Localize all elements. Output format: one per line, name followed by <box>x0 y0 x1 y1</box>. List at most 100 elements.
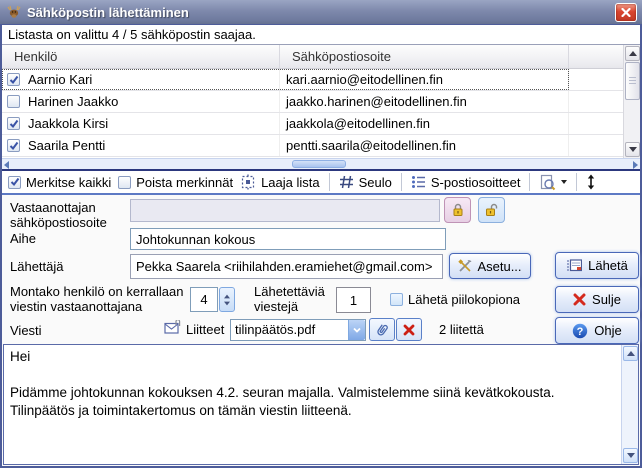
window-title: Sähköpostin lähettäminen <box>27 4 189 20</box>
lock-closed-button[interactable] <box>444 197 471 223</box>
title-bar: Sähköpostin lähettäminen <box>0 0 642 25</box>
row-checkbox[interactable] <box>7 73 20 86</box>
mail-attachment-icon <box>164 320 181 334</box>
resize-panel-button[interactable] <box>586 174 596 190</box>
table-row[interactable]: Jaakkola Kirsi jaakkola@eitodellinen.fin <box>2 113 640 135</box>
column-header-email[interactable]: Sähköpostiosoite <box>280 45 569 68</box>
email-send-dialog: Sähköpostin lähettäminen Listasta on val… <box>0 0 642 468</box>
add-attachment-button[interactable] <box>369 318 395 341</box>
status-bar: Listasta on valittu 4 / 5 sähköpostin sa… <box>2 25 640 45</box>
chevron-down-icon[interactable] <box>561 180 568 184</box>
up-down-arrows-icon <box>588 174 595 190</box>
lock-open-button[interactable] <box>478 197 505 223</box>
sender-field[interactable]: Pekka Saarela <riihilahden.eramiehet@gma… <box>130 254 443 279</box>
person-email: pentti.saarila@eitodellinen.fin <box>280 135 569 156</box>
dropdown-button[interactable] <box>348 320 365 340</box>
scroll-left-icon[interactable] <box>4 161 9 169</box>
close-icon <box>621 8 631 17</box>
scroll-up-button[interactable] <box>623 346 638 361</box>
form-area: Vastaanottajan sähköpostiosoite Aihe Läh… <box>2 195 640 344</box>
attachments-dropdown[interactable]: tilinpäätös.pdf <box>230 319 366 341</box>
mark-all-checkbox[interactable]: Merkitse kaikki <box>8 175 111 190</box>
step-down-icon[interactable] <box>224 301 230 305</box>
recipients-table: Henkilö Sähköpostiosoite Aarnio Kari kar… <box>2 45 640 158</box>
help-label: Ohje <box>594 323 622 338</box>
row-checkbox[interactable] <box>7 139 20 152</box>
person-name: Saarila Pentti <box>28 138 106 153</box>
bcc-checkbox[interactable]: Lähetä piilokopiona <box>390 292 520 307</box>
toolbar-separator <box>328 173 330 191</box>
message-box: Hei Pidämme johtokunnan kokouksen 4.2. s… <box>3 344 639 465</box>
toolbar-separator <box>400 173 402 191</box>
toolbar: Merkitse kaikki Poista merkinnät Laaja l… <box>2 171 640 193</box>
close-button[interactable]: Sulje <box>555 286 639 313</box>
column-header-person[interactable]: Henkilö <box>2 45 280 68</box>
delete-x-icon <box>403 324 415 335</box>
batch-size-stepper[interactable]: 4 <box>190 287 235 312</box>
scroll-down-button[interactable] <box>625 142 640 157</box>
table-vertical-scrollbar[interactable] <box>623 45 640 158</box>
toolbar-separator <box>576 173 578 191</box>
row-checkbox[interactable] <box>7 95 20 108</box>
scroll-down-button[interactable] <box>623 448 638 463</box>
help-button[interactable]: ? Ohje <box>555 317 639 344</box>
scroll-right-icon[interactable] <box>633 161 638 169</box>
subject-label: Aihe <box>10 231 37 246</box>
send-button[interactable]: Lähetä <box>555 252 639 279</box>
filter-button[interactable]: Seulo <box>339 175 392 190</box>
close-window-button[interactable] <box>615 3 637 22</box>
scroll-up-button[interactable] <box>625 46 640 61</box>
person-email: jaakkola@eitodellinen.fin <box>280 113 569 134</box>
scroll-thumb[interactable] <box>625 62 640 100</box>
paperclip-icon <box>377 324 388 336</box>
person-name: Jaakkola Kirsi <box>28 116 109 131</box>
filter-label: Seulo <box>358 174 392 190</box>
print-preview-icon <box>541 174 556 190</box>
messages-count-field: 1 <box>336 287 371 313</box>
row-checkbox[interactable] <box>7 117 20 130</box>
mark-all-label: Merkitse kaikki <box>26 174 112 190</box>
chevron-down-icon <box>353 327 361 333</box>
clear-marks-checkbox[interactable]: Poista merkinnät <box>118 175 233 190</box>
email-addresses-label: S-postiosoitteet <box>430 174 521 190</box>
sender-label: Lähettäjä <box>10 259 64 274</box>
app-moose-icon <box>7 5 21 18</box>
clear-marks-label: Poista merkinnät <box>136 174 234 190</box>
table-row[interactable]: Aarnio Kari kari.aarnio@eitodellinen.fin <box>2 69 640 91</box>
svg-text:?: ? <box>577 326 584 338</box>
send-mail-icon <box>567 259 583 272</box>
tools-icon <box>458 259 472 272</box>
checkbox[interactable] <box>118 175 132 189</box>
toolbar-separator <box>529 173 531 191</box>
sender-settings-button[interactable]: Asetu... <box>449 253 531 279</box>
message-scrollbar[interactable] <box>621 345 638 464</box>
messages-count-label: Lähetettäviä viestejä <box>254 284 325 314</box>
stepper-buttons[interactable] <box>219 287 235 312</box>
email-addresses-button[interactable]: S-postiosoitteet <box>411 174 521 190</box>
checkbox[interactable] <box>8 175 21 189</box>
print-preview-button[interactable] <box>539 174 568 191</box>
step-up-icon[interactable] <box>224 294 230 298</box>
attachments-count: 2 liitettä <box>439 322 484 337</box>
message-textarea[interactable]: Hei Pidämme johtokunnan kokouksen 4.2. s… <box>4 345 621 464</box>
batch-size-label: Montako henkilö on kerrallaan viestin va… <box>10 284 184 314</box>
table-horizontal-scrollbar[interactable] <box>2 158 640 169</box>
close-x-icon <box>573 293 586 306</box>
table-row[interactable]: Saarila Pentti pentti.saarila@eitodellin… <box>2 135 640 157</box>
wide-list-label: Laaja lista <box>261 174 320 190</box>
table-row[interactable]: Harinen Jaakko jaakko.harinen@eitodellin… <box>2 91 640 113</box>
person-email: jaakko.harinen@eitodellinen.fin <box>280 91 569 112</box>
subject-input[interactable] <box>130 228 446 250</box>
grid-icon <box>339 175 353 189</box>
scroll-thumb[interactable] <box>292 160 346 168</box>
help-icon: ? <box>573 323 588 338</box>
recipient-email-field <box>130 199 440 222</box>
wide-list-button[interactable]: Laaja lista <box>240 174 320 190</box>
person-name: Aarnio Kari <box>28 72 93 87</box>
person-name: Harinen Jaakko <box>28 94 119 109</box>
checkbox[interactable] <box>390 293 403 306</box>
remove-attachment-button[interactable] <box>396 318 422 341</box>
message-label: Viesti <box>10 323 42 338</box>
batch-size-value[interactable]: 4 <box>190 287 218 312</box>
lock-closed-icon <box>453 203 462 216</box>
